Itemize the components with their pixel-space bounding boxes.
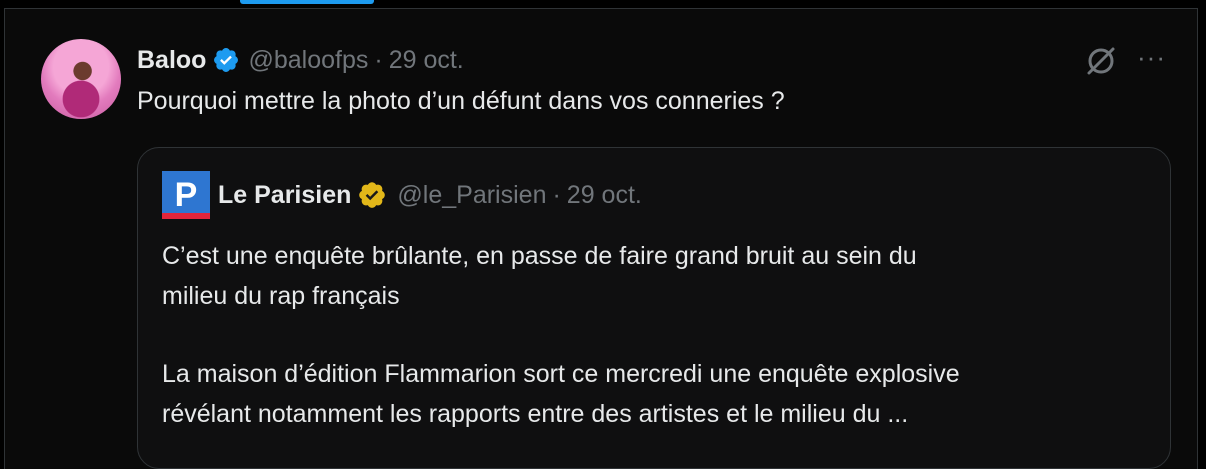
quoted-text-line: révélant notamment les rapports entre de… [162,400,909,428]
quoted-tweet[interactable]: P Le Parisien @le_Parisien · 29 oct. C’e… [137,147,1171,469]
quoted-author-name[interactable]: Le Parisien [218,181,351,210]
gold-verified-badge-icon [359,182,386,208]
grok-icon[interactable] [1083,43,1119,79]
quoted-text-line: milieu du rap français [162,282,400,310]
tweet-date[interactable]: 29 oct. [389,46,464,75]
tweet-header: Baloo @baloofps · 29 oct. [137,43,464,77]
quoted-tweet-date[interactable]: 29 oct. [567,181,642,210]
quoted-tweet-header: P Le Parisien @le_Parisien · 29 oct. [162,171,642,219]
le-parisien-logo-icon[interactable]: P [162,171,210,219]
logo-letter: P [175,176,198,214]
quoted-tweet-text: C’est une enquête brûlante, en passe de … [162,236,1162,434]
author-name[interactable]: Baloo [137,46,206,75]
author-handle[interactable]: @baloofps [248,46,368,75]
verified-badge-icon [214,48,239,72]
more-icon[interactable]: ··· [1137,44,1169,75]
avatar[interactable] [41,39,121,119]
quoted-text-line: La maison d’édition Flammarion sort ce m… [162,360,960,388]
active-tab-indicator [240,0,374,4]
quoted-text-line: C’est une enquête brûlante, en passe de … [162,242,917,270]
quoted-separator: · [552,180,561,209]
tweet-text: Pourquoi mettre la photo d’un défunt dan… [137,87,785,115]
quoted-author-handle[interactable]: @le_Parisien [397,181,546,210]
separator: · [374,45,383,74]
tweet-card[interactable]: Baloo @baloofps · 29 oct. ··· Pourquoi m… [4,8,1198,469]
